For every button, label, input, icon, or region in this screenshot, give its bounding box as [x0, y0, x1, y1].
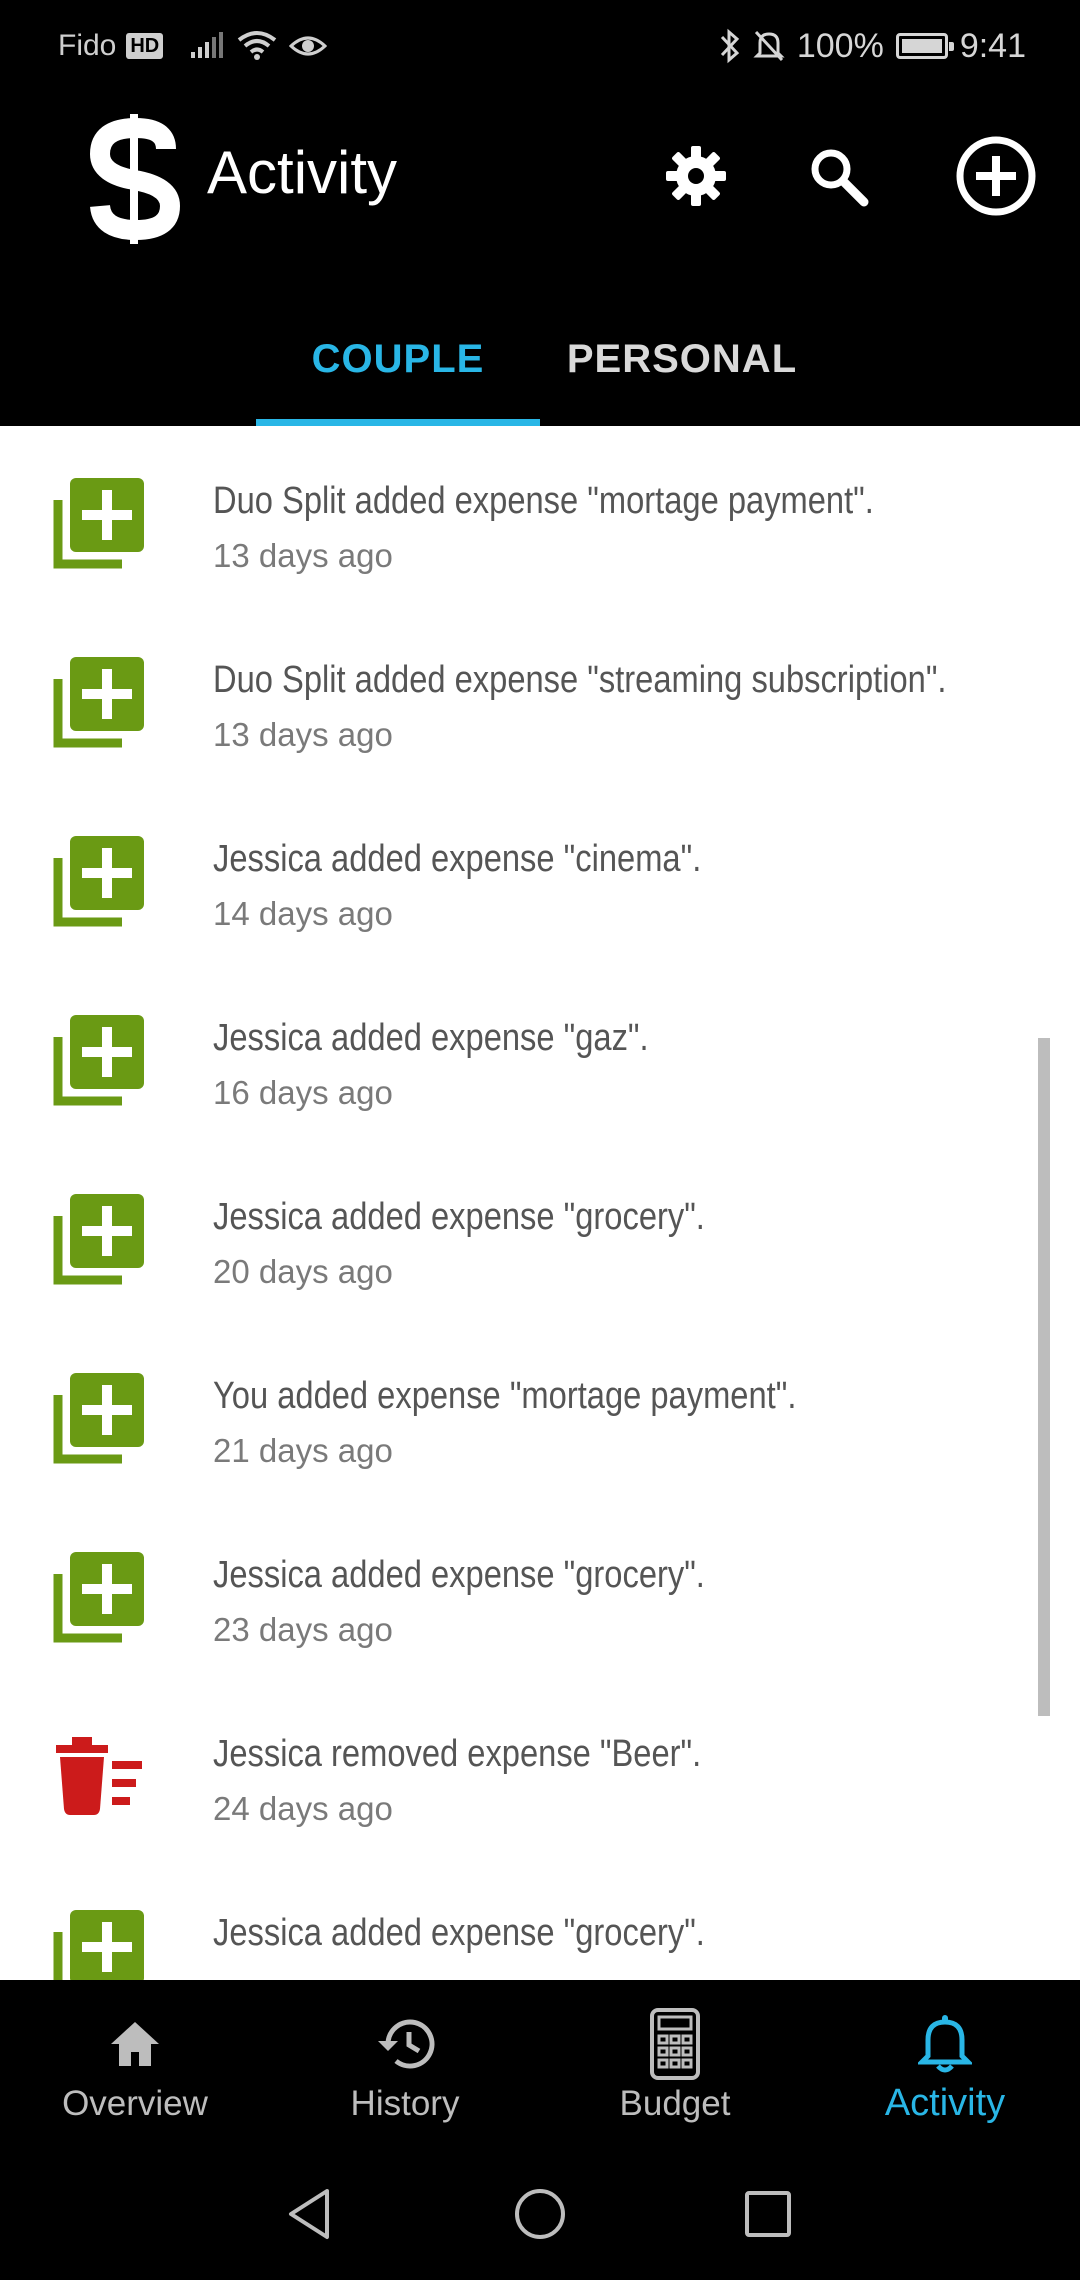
activity-item[interactable]: You added expense "mortage payment". 21 d… [0, 1321, 1040, 1500]
add-expense-icon [52, 1194, 144, 1286]
battery-icon [895, 33, 954, 59]
activity-text: Duo Split added expense "streaming subsc… [213, 659, 947, 701]
nav-activity[interactable]: Activity [810, 1980, 1080, 2144]
tab-bar: COUPLE PERSONAL [0, 292, 1080, 426]
app-bar: Activity COUPLE PERSONAL [0, 92, 1080, 426]
settings-icon [666, 146, 726, 206]
nav-history[interactable]: History [270, 1980, 540, 2144]
system-navigation [0, 2144, 1080, 2280]
activity-item[interactable]: Jessica added expense "grocery". 20 days … [0, 1142, 1040, 1321]
add-expense-icon [52, 657, 144, 749]
activity-time: 16 days ago [213, 1074, 393, 1111]
activity-item[interactable]: Duo Split added expense "mortage payment… [0, 426, 1040, 605]
scrollbar[interactable] [1038, 1038, 1050, 1716]
activity-time: 13 days ago [213, 537, 393, 574]
activity-item[interactable]: Jessica added expense "grocery". 23 days … [0, 1500, 1040, 1679]
remove-expense-icon [52, 1731, 144, 1823]
add-button[interactable] [950, 130, 1042, 222]
page-title: Activity [207, 139, 398, 206]
add-circle-icon [956, 136, 1036, 216]
activity-item[interactable]: Jessica added expense "cinema". 14 days a… [0, 784, 1040, 963]
settings-button[interactable] [650, 130, 742, 222]
nav-overview[interactable]: Overview [0, 1980, 270, 2144]
recents-button[interactable] [738, 2184, 798, 2244]
add-expense-icon [52, 1552, 144, 1644]
activity-item[interactable]: Duo Split added expense "streaming subsc… [0, 605, 1040, 784]
search-button[interactable] [792, 130, 884, 222]
home-circle-icon [515, 2189, 565, 2239]
status-bar: Fido HD 100% 9:41 [0, 0, 1080, 92]
app-logo-icon [89, 114, 181, 244]
nav-budget-label: Budget [619, 2084, 731, 2123]
calculator-icon [650, 2008, 700, 2080]
nav-activity-label: Activity [884, 2082, 1006, 2124]
nav-budget[interactable]: Budget [540, 1980, 810, 2144]
activity-time: 14 days ago [213, 895, 393, 932]
tab-couple[interactable]: COUPLE [256, 292, 540, 426]
activity-text: Jessica added expense "gaz". [213, 1017, 649, 1059]
add-expense-icon [52, 1373, 144, 1465]
activity-item[interactable]: Jessica added expense "gaz". 16 days ago [0, 963, 1040, 1142]
history-icon [378, 2019, 435, 2069]
activity-text: Jessica added expense "grocery". [213, 1554, 705, 1596]
activity-list[interactable]: Duo Split added expense "mortage payment… [0, 426, 1080, 1980]
activity-time: 21 days ago [213, 1432, 393, 1469]
activity-text: Jessica added expense "grocery". [213, 1912, 705, 1954]
activity-item[interactable]: Jessica added expense "grocery". [0, 1858, 1040, 1980]
add-expense-icon [52, 836, 144, 928]
wifi-icon [238, 31, 277, 60]
add-expense-icon [52, 1910, 144, 1980]
home-button[interactable] [510, 2184, 570, 2244]
activity-time: 20 days ago [213, 1253, 393, 1290]
nav-history-label: History [350, 2084, 460, 2123]
activity-text: Jessica removed expense "Beer". [213, 1733, 702, 1775]
bell-icon [918, 2015, 972, 2073]
activity-item[interactable]: Jessica removed expense "Beer". 24 days a… [0, 1679, 1040, 1858]
activity-text: Duo Split added expense "mortage payment… [213, 480, 874, 522]
activity-time: 23 days ago [213, 1611, 393, 1648]
add-expense-icon [52, 478, 144, 570]
add-expense-icon [52, 1015, 144, 1107]
bottom-navigation: Overview History Budget Activity [0, 1980, 1080, 2144]
back-icon [289, 2189, 329, 2239]
clock: 9:41 [959, 26, 1026, 65]
home-icon [111, 2022, 159, 2066]
hd-badge: HD [126, 33, 164, 59]
tab-indicator [256, 419, 540, 426]
activity-text: Jessica added expense "cinema". [213, 838, 702, 880]
bluetooth-icon [720, 28, 739, 64]
eye-icon [289, 36, 328, 56]
search-icon [811, 149, 869, 207]
recents-icon [745, 2191, 791, 2237]
signal-icon [191, 32, 224, 58]
carrier-label: Fido [58, 29, 117, 62]
activity-time: 24 days ago [213, 1790, 393, 1827]
back-button[interactable] [280, 2184, 340, 2244]
tab-personal[interactable]: PERSONAL [540, 292, 824, 426]
battery-percent: 100% [796, 26, 884, 65]
muted-bell-icon [753, 30, 785, 62]
activity-time: 13 days ago [213, 716, 393, 753]
nav-overview-label: Overview [62, 2084, 208, 2123]
activity-text: Jessica added expense "grocery". [213, 1196, 705, 1238]
activity-text: You added expense "mortage payment". [213, 1375, 797, 1417]
